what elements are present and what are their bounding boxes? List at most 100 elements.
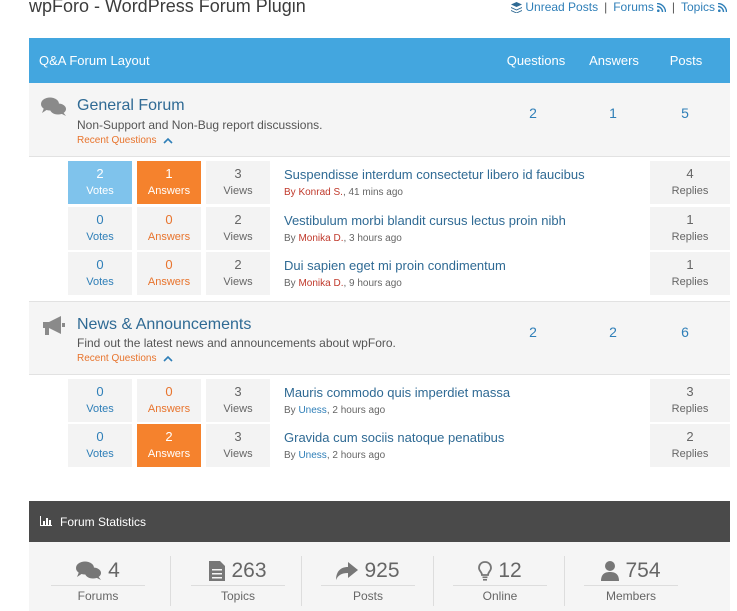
forums-rss-link[interactable]: Forums	[613, 0, 666, 14]
votes-count: 0	[96, 384, 104, 399]
stat-label: Forums	[77, 589, 119, 603]
views-count: 3	[234, 166, 242, 181]
comments-icon	[41, 97, 66, 116]
topic-title-link[interactable]: Gravida cum sociis natoque penatibus	[284, 430, 504, 445]
answers-count: 0	[165, 384, 173, 399]
topic-title-link[interactable]: Vestibulum morbi blandit cursus lectus p…	[284, 213, 566, 228]
views-box: 2 Views	[206, 252, 270, 295]
answers-count: 2	[165, 429, 173, 444]
votes-box: 0 Votes	[68, 207, 132, 250]
replies-count: 3	[686, 384, 694, 399]
recent-questions-toggle[interactable]: Recent Questions	[77, 353, 173, 364]
stat-label: Posts	[352, 589, 383, 603]
topic-time: , 3 hours ago	[343, 233, 402, 244]
views-count: 3	[234, 429, 242, 444]
votes-box: 0 Votes	[68, 252, 132, 295]
views-label: Views	[223, 231, 253, 243]
answers-box: 0 Answers	[137, 252, 201, 295]
posts-column-header: Posts	[669, 53, 703, 68]
topic-meta: By Monika D., 9 hours ago	[284, 278, 402, 289]
chevron-up-icon	[162, 355, 173, 362]
stat-value: 4	[108, 558, 120, 582]
forum-title-link[interactable]: General Forum	[77, 97, 185, 115]
stat-value: 263	[231, 558, 267, 582]
topic-row: 0 Votes 2 Answers 3 Views Gravida cum socii…	[66, 424, 730, 467]
forum-answers-count: 1	[609, 105, 617, 121]
replies-label: Replies	[671, 185, 709, 197]
replies-count: 1	[686, 212, 694, 227]
forum-posts-count: 6	[681, 324, 689, 340]
document-icon	[209, 560, 226, 581]
views-label: Views	[223, 185, 253, 197]
votes-count: 0	[96, 257, 104, 272]
replies-label: Replies	[671, 231, 709, 243]
stat-value: 12	[498, 558, 522, 582]
votes-count: 0	[96, 212, 104, 227]
topic-row: 0 Votes 0 Answers 2 Views Vestibulum morbi …	[66, 207, 730, 250]
votes-label: Votes	[86, 448, 114, 460]
replies-box: 4 Replies	[650, 161, 730, 204]
answers-count: 1	[165, 166, 173, 181]
forum-answers-count: 2	[609, 324, 617, 340]
views-label: Views	[223, 448, 253, 460]
author-link[interactable]: Monika D.	[298, 278, 343, 289]
stat-divider	[433, 556, 434, 606]
author-link[interactable]: Monika D.	[298, 233, 343, 244]
forum-statistics-body: 4 Forums 263 Topics 925 Posts 12 Online …	[29, 542, 730, 611]
top-links: Unread Posts | Forums | Topics	[511, 0, 727, 14]
author-link[interactable]: Uness	[298, 405, 326, 416]
stat-value: 754	[625, 558, 661, 582]
replies-label: Replies	[671, 448, 709, 460]
views-box: 3 Views	[206, 379, 270, 422]
answers-box: 0 Answers	[137, 207, 201, 250]
forum-description: Find out the latest news and announcemen…	[77, 336, 396, 350]
link-separator: |	[671, 0, 675, 14]
answers-label: Answers	[147, 276, 191, 288]
votes-label: Votes	[86, 231, 114, 243]
forum-questions-count: 2	[529, 324, 537, 340]
forums-link-label: Forums	[613, 0, 654, 14]
votes-count: 0	[96, 429, 104, 444]
topic-time: , 2 hours ago	[326, 450, 386, 461]
answers-label: Answers	[147, 185, 191, 197]
stat-online: 12 Online	[435, 556, 565, 603]
replies-label: Replies	[671, 276, 709, 288]
topic-row: 2 Votes 1 Answers 3 Views Suspendisse inter…	[66, 161, 730, 204]
topic-title-link[interactable]: Mauris commodo quis imperdiet massa	[284, 385, 510, 400]
author-link[interactable]: Konrad S.	[298, 187, 342, 198]
topic-time: , 2 hours ago	[326, 405, 386, 416]
bar-chart-icon	[40, 516, 52, 526]
stat-topics: 263 Topics	[173, 556, 303, 603]
questions-column-header: Questions	[506, 53, 566, 68]
replies-label: Replies	[671, 403, 709, 415]
stat-members: 754 Members	[566, 556, 696, 603]
bullhorn-icon	[43, 316, 65, 335]
answers-box: 0 Answers	[137, 379, 201, 422]
replies-box: 1 Replies	[650, 207, 730, 250]
votes-label: Votes	[86, 185, 114, 197]
topics-rss-link[interactable]: Topics	[681, 0, 727, 14]
views-count: 3	[234, 384, 242, 399]
topic-title-link[interactable]: Suspendisse interdum consectetur libero …	[284, 167, 585, 182]
forum-statistics-title: Forum Statistics	[60, 515, 147, 529]
topic-title-link[interactable]: Dui sapien eget mi proin condimentum	[284, 258, 506, 273]
views-count: 2	[234, 212, 242, 227]
forum-title-link[interactable]: News & Announcements	[77, 316, 251, 334]
unread-posts-label: Unread Posts	[525, 0, 599, 14]
replies-box: 3 Replies	[650, 379, 730, 422]
topic-meta: By Uness, 2 hours ago	[284, 405, 385, 416]
forum-posts-count: 5	[681, 105, 689, 121]
stat-label: Online	[482, 589, 518, 603]
stat-forums: 4 Forums	[33, 556, 163, 603]
topic-by-label: By	[284, 187, 296, 198]
forum-row-general: General Forum Non-Support and Non-Bug re…	[29, 83, 730, 157]
replies-box: 1 Replies	[650, 252, 730, 295]
recent-questions-toggle[interactable]: Recent Questions	[77, 135, 173, 146]
unread-posts-link[interactable]: Unread Posts	[511, 0, 598, 14]
comments-icon	[76, 561, 102, 580]
author-link[interactable]: Uness	[298, 450, 326, 461]
recent-questions-label: Recent Questions	[77, 353, 157, 364]
votes-box: 0 Votes	[68, 424, 132, 467]
topic-meta: By Monika D., 3 hours ago	[284, 233, 402, 244]
page-title: wpForo - WordPress Forum Plugin	[29, 0, 306, 16]
